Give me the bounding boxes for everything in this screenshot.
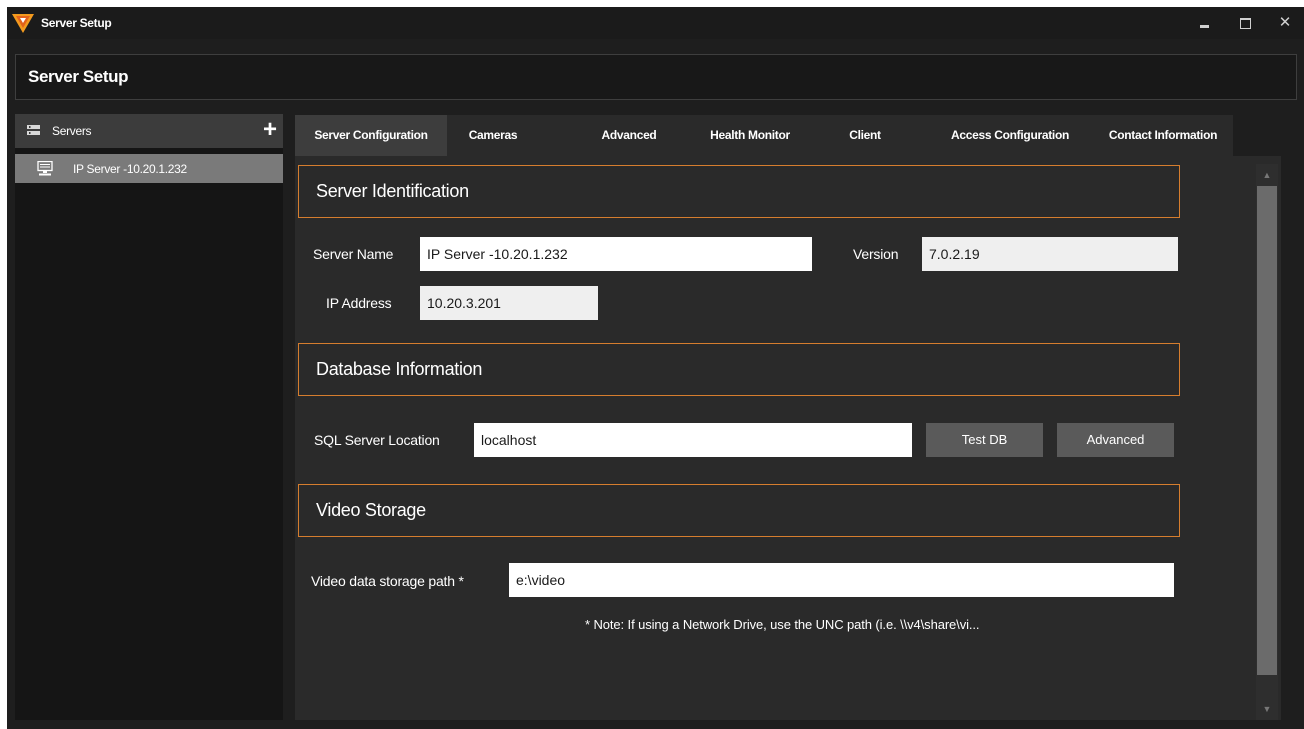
server-name-label: Server Name xyxy=(313,246,394,262)
section-title: Server Identification xyxy=(316,181,469,201)
test-db-button[interactable]: Test DB xyxy=(926,423,1043,457)
video-storage-section: Video Storage xyxy=(298,484,1180,537)
scroll-up-arrow-icon[interactable]: ▲ xyxy=(1256,164,1278,186)
sidebar: Servers + IP Server -10.20.1.232 xyxy=(15,114,283,720)
servers-icon xyxy=(27,125,40,135)
maximize-button[interactable] xyxy=(1235,13,1255,33)
video-storage-path-label: Video data storage path * xyxy=(311,573,464,589)
database-information-section: Database Information xyxy=(298,343,1180,396)
tab-access-configuration[interactable]: Access Configuration xyxy=(935,115,1085,156)
server-configuration-panel: Server Identification Server Name Versio… xyxy=(295,156,1281,720)
version-field xyxy=(922,237,1178,271)
servers-section-header[interactable]: Servers + xyxy=(15,114,283,148)
video-storage-path-field[interactable] xyxy=(509,563,1174,597)
page-title: Server Setup xyxy=(28,67,129,86)
section-title: Database Information xyxy=(316,359,483,379)
version-label: Version xyxy=(853,246,899,262)
add-server-button[interactable]: + xyxy=(261,118,279,142)
server-name-field[interactable] xyxy=(420,237,812,271)
ip-address-field xyxy=(420,286,598,320)
window-title: Server Setup xyxy=(41,16,112,30)
scroll-down-arrow-icon[interactable]: ▼ xyxy=(1256,698,1278,720)
servers-section-label: Servers xyxy=(52,124,92,138)
close-button[interactable]: ✕ xyxy=(1275,13,1295,33)
section-title: Video Storage xyxy=(316,500,426,520)
ip-address-label: IP Address xyxy=(326,295,392,311)
sql-server-location-label: SQL Server Location xyxy=(314,432,440,448)
tab-bar: Server Configuration Cameras Advanced He… xyxy=(295,115,1233,156)
app-logo-icon xyxy=(12,14,34,33)
vertical-scrollbar[interactable]: ▲ ▼ xyxy=(1256,164,1278,720)
server-computer-icon xyxy=(37,161,53,176)
unc-path-note: * Note: If using a Network Drive, use th… xyxy=(585,617,980,632)
tab-health-monitor[interactable]: Health Monitor xyxy=(695,115,805,156)
database-advanced-button[interactable]: Advanced xyxy=(1057,423,1174,457)
tab-cameras[interactable]: Cameras xyxy=(458,115,528,156)
sidebar-item-server[interactable]: IP Server -10.20.1.232 xyxy=(15,154,283,183)
title-bar[interactable]: Server Setup ✕ xyxy=(7,7,1304,39)
tab-client[interactable]: Client xyxy=(835,115,895,156)
server-setup-window: Server Setup ✕ Server Setup Servers + IP… xyxy=(7,7,1304,729)
minimize-button[interactable] xyxy=(1195,13,1215,33)
server-identification-section: Server Identification xyxy=(298,165,1180,218)
tab-contact-information[interactable]: Contact Information xyxy=(1095,115,1231,156)
tab-advanced[interactable]: Advanced xyxy=(589,115,669,156)
page-header: Server Setup xyxy=(15,54,1297,100)
sidebar-item-label: IP Server -10.20.1.232 xyxy=(73,162,187,176)
scrollbar-thumb[interactable] xyxy=(1257,186,1277,675)
tab-server-configuration[interactable]: Server Configuration xyxy=(295,115,447,156)
sql-server-location-field[interactable] xyxy=(474,423,912,457)
